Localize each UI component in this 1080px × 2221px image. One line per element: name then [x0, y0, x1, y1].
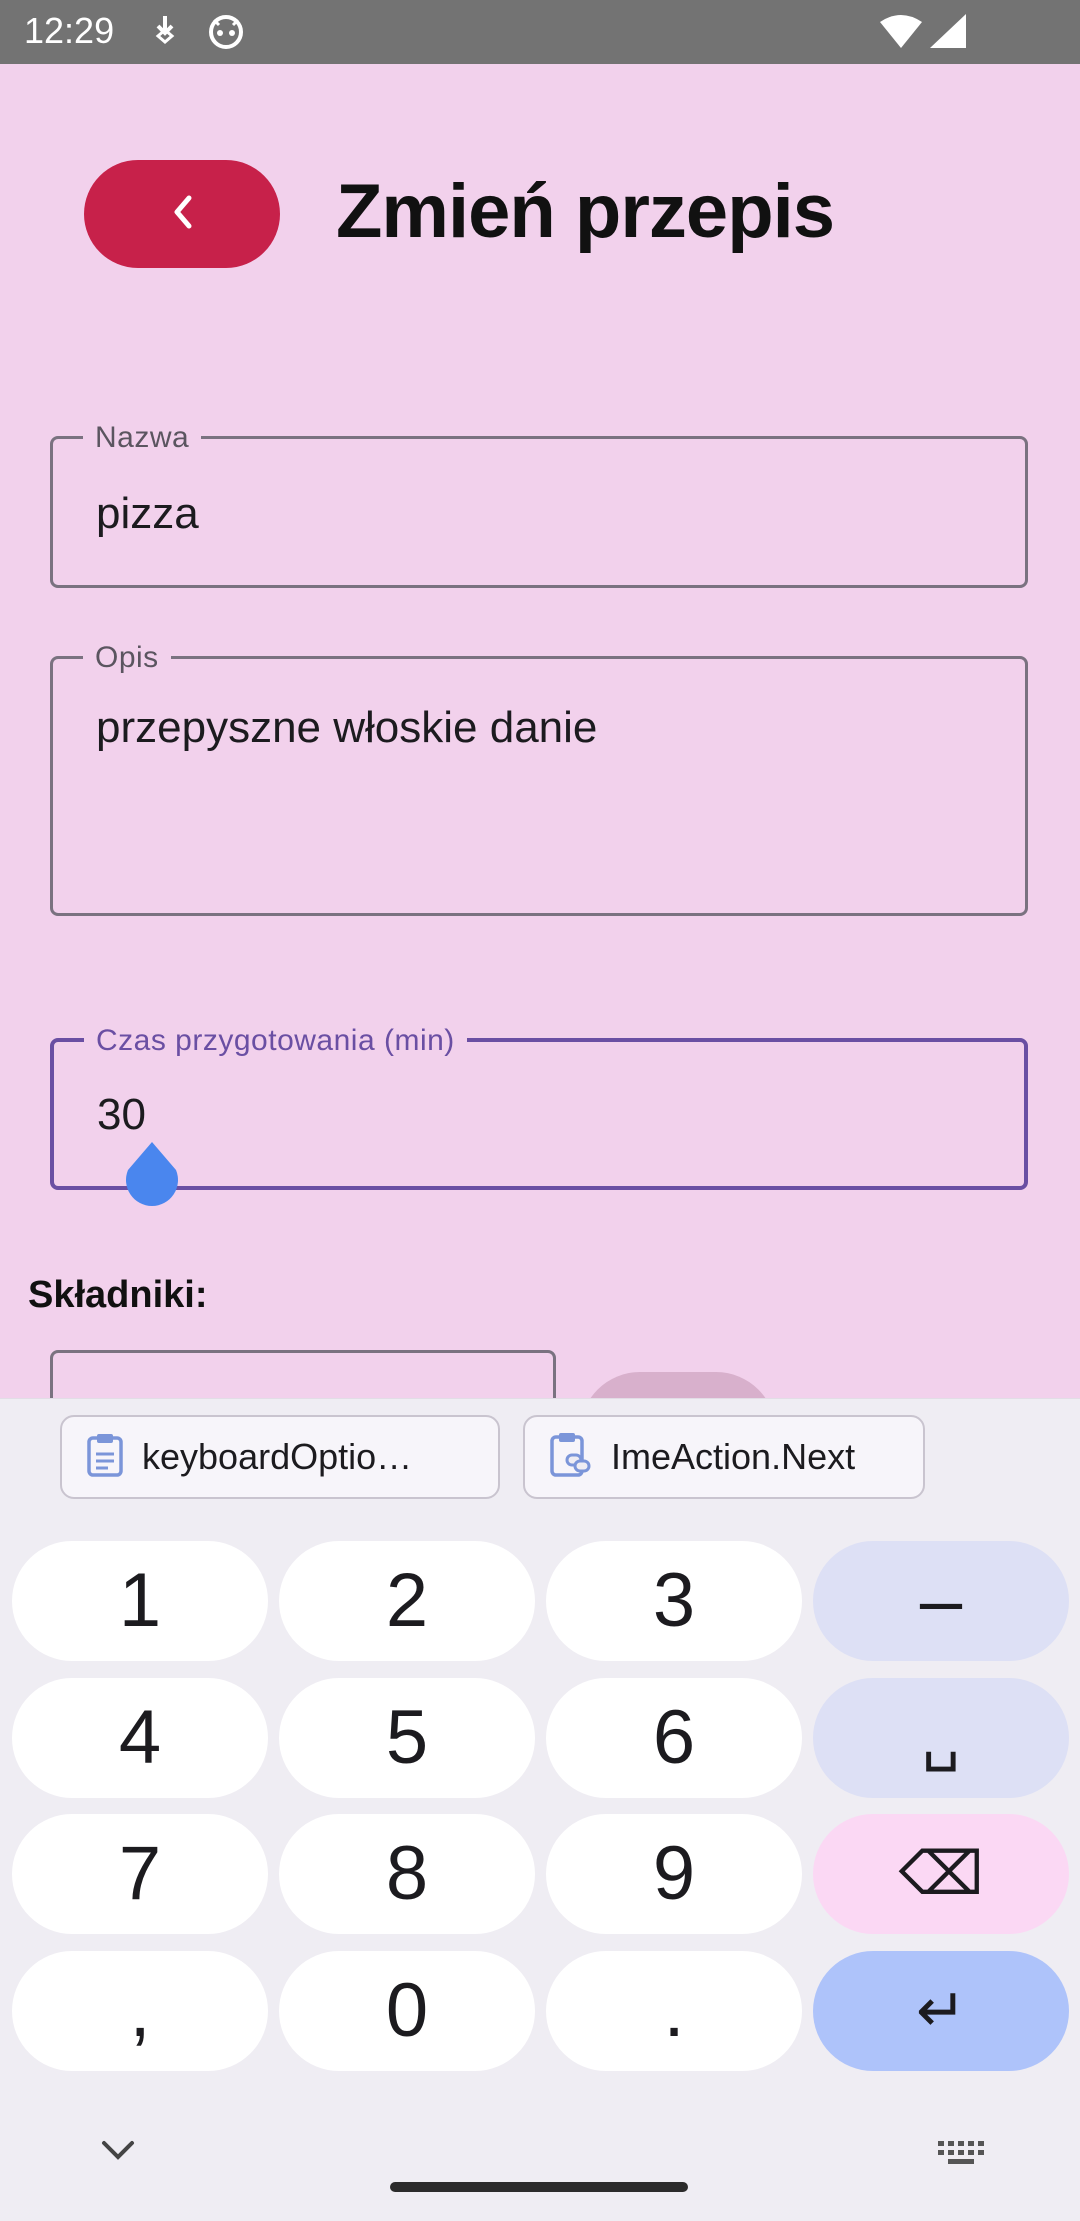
key-minus[interactable]: –	[813, 1541, 1069, 1661]
suggestion-chip-2-label: ImeAction.Next	[611, 1436, 856, 1477]
description-field[interactable]: Opis przepyszne włoskie danie	[50, 641, 1028, 916]
chevron-down-icon[interactable]	[100, 2139, 136, 2168]
key-8[interactable]: 8	[279, 1814, 535, 1934]
back-button[interactable]	[84, 160, 280, 268]
prep-time-field-value: 30	[97, 1090, 146, 1139]
key-backspace[interactable]: ⌫	[813, 1814, 1069, 1934]
status-time: 12:29	[24, 10, 115, 51]
text-cursor-handle[interactable]	[124, 1140, 180, 1212]
key-0[interactable]: 0	[279, 1951, 535, 2071]
name-field[interactable]: Nazwa pizza	[50, 421, 1028, 588]
status-bar: 12:29	[0, 0, 1080, 64]
key-space[interactable]: ␣	[813, 1678, 1069, 1798]
clipboard-icon	[86, 1432, 124, 1483]
name-field-label: Nazwa	[83, 421, 202, 455]
prep-time-field-label: Czas przygotowania (min)	[84, 1024, 467, 1058]
page-title: Zmień przepis	[336, 169, 835, 254]
key-6[interactable]: 6	[546, 1678, 802, 1798]
key-5[interactable]: 5	[279, 1678, 535, 1798]
suggestion-chip-1[interactable]: keyboardOptio…	[60, 1415, 500, 1499]
clipboard-link-icon	[549, 1431, 593, 1484]
key-2[interactable]: 2	[279, 1541, 535, 1661]
download-icon	[150, 14, 180, 48]
signal-icon	[930, 14, 966, 50]
enter-icon: ↵	[915, 1977, 967, 2044]
android-icon	[208, 14, 244, 50]
key-9[interactable]: 9	[546, 1814, 802, 1934]
prep-time-field[interactable]: Czas przygotowania (min) 30	[50, 1024, 1028, 1190]
key-enter[interactable]: ↵	[813, 1951, 1069, 2071]
description-field-label: Opis	[83, 641, 171, 675]
wifi-icon	[880, 14, 922, 50]
suggestion-chip-2[interactable]: ImeAction.Next	[523, 1415, 925, 1499]
ingredients-label: Składniki:	[28, 1274, 208, 1316]
key-7[interactable]: 7	[12, 1814, 268, 1934]
name-field-value: pizza	[96, 489, 199, 538]
key-comma[interactable]: ,	[12, 1951, 268, 2071]
chevron-left-icon	[167, 192, 197, 237]
description-field-value: przepyszne włoskie danie	[96, 703, 598, 752]
home-indicator[interactable]	[390, 2182, 688, 2192]
key-period[interactable]: .	[546, 1951, 802, 2071]
key-3[interactable]: 3	[546, 1541, 802, 1661]
key-4[interactable]: 4	[12, 1678, 268, 1798]
key-1[interactable]: 1	[12, 1541, 268, 1661]
numeric-keyboard: keyboardOptio… ImeAction.Next 1 2 3 – 4 …	[0, 1398, 1080, 2221]
keyboard-icon[interactable]	[938, 2141, 984, 2176]
suggestion-chip-1-label: keyboardOptio…	[142, 1436, 413, 1477]
backspace-icon: ⌫	[898, 1840, 984, 1907]
